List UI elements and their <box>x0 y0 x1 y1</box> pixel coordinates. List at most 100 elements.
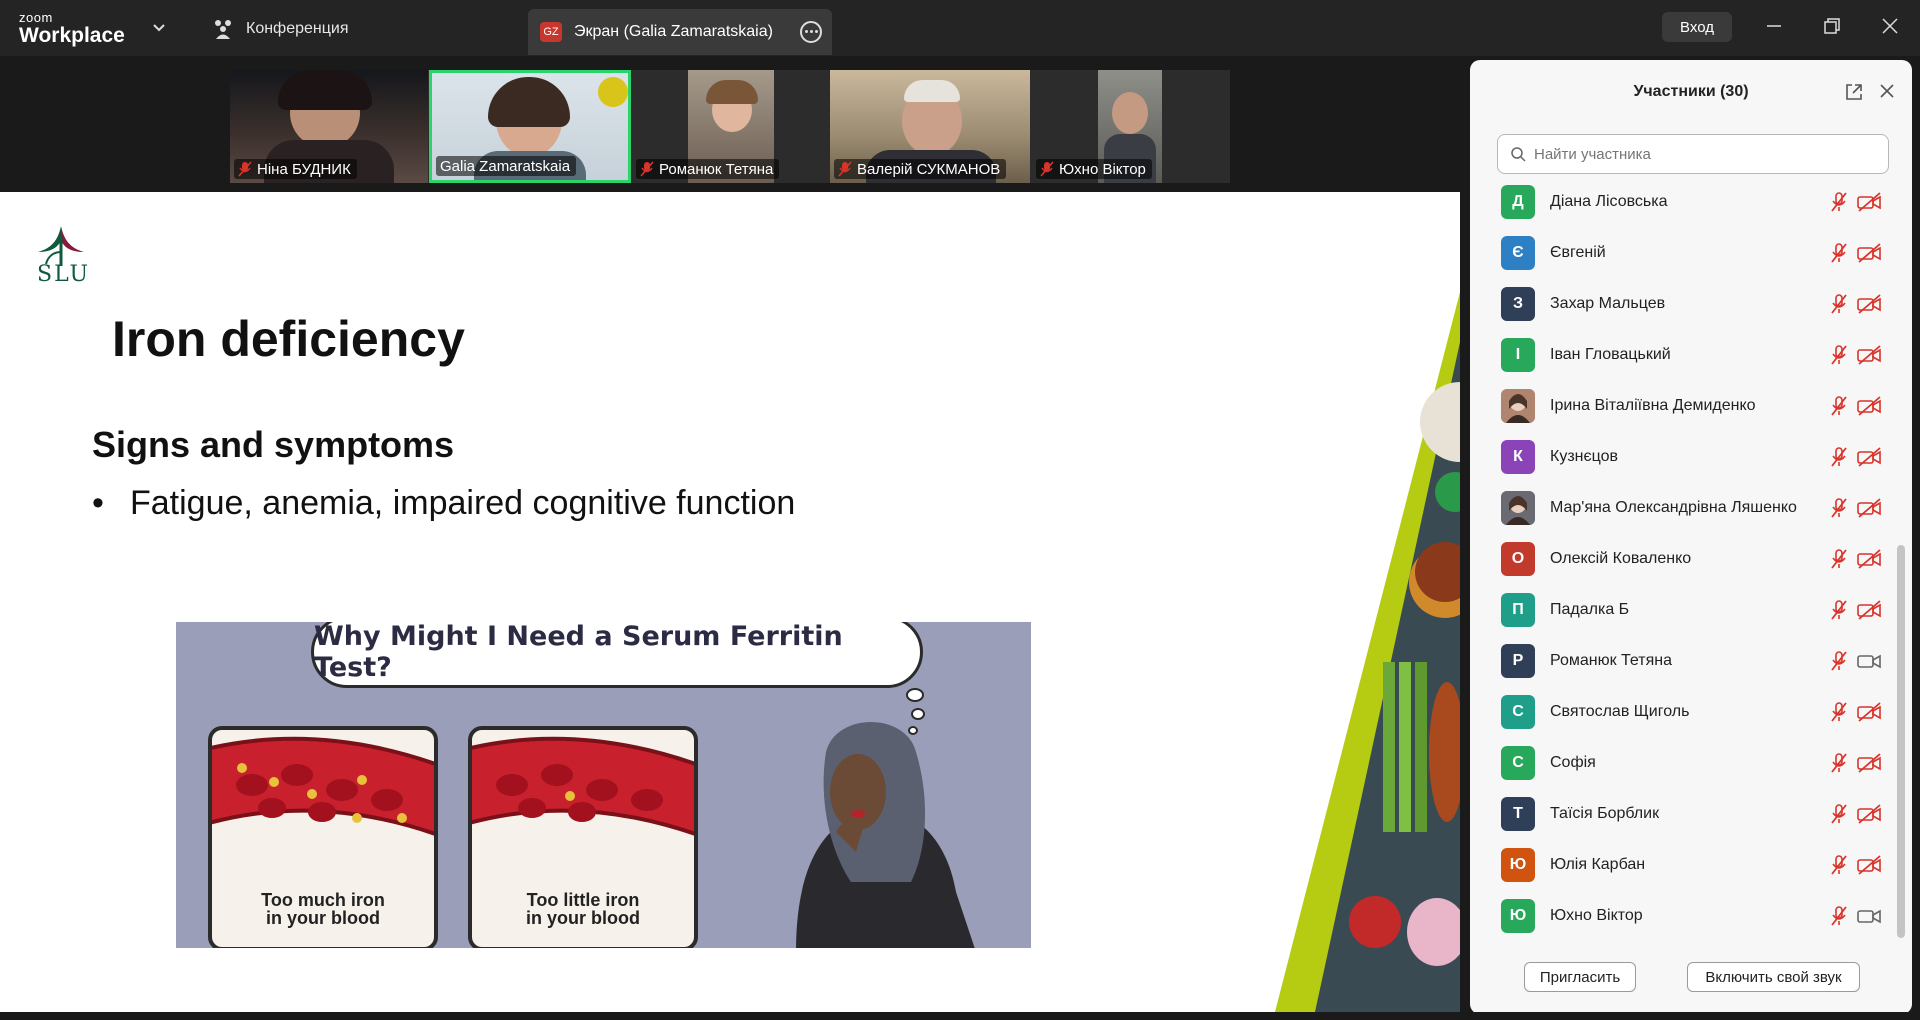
mic-muted-icon[interactable] <box>1828 599 1850 621</box>
video-off-icon[interactable] <box>1856 395 1882 417</box>
slide-subtitle: Signs and symptoms <box>92 424 455 465</box>
avatar: С <box>1501 694 1535 729</box>
participant-row[interactable]: Ю Юлія Карбан <box>1470 839 1900 890</box>
participant-search[interactable] <box>1497 134 1889 174</box>
participant-row[interactable]: Ірина Віталіївна Демиденко <box>1470 380 1900 431</box>
avatar: С <box>1501 745 1535 780</box>
participant-row[interactable]: К Кузнєцов <box>1470 431 1900 482</box>
video-tile[interactable]: Романюк Тетяна <box>632 70 828 183</box>
mic-muted-icon <box>838 161 852 177</box>
mic-muted-icon[interactable] <box>1828 395 1850 417</box>
blood-vessel-icon <box>212 736 434 836</box>
mic-muted-icon[interactable] <box>1828 242 1850 264</box>
participant-row[interactable]: П Падалка Б <box>1470 584 1900 635</box>
mic-muted-icon[interactable] <box>1828 497 1850 519</box>
mic-muted-icon[interactable] <box>1828 548 1850 570</box>
avatar: П <box>1501 592 1535 627</box>
close-icon[interactable] <box>1878 82 1896 100</box>
caption-line: in your blood <box>526 908 640 928</box>
video-off-icon[interactable] <box>1856 752 1882 774</box>
tab-meeting[interactable]: Конференция <box>212 14 349 44</box>
mic-muted-icon[interactable] <box>1828 701 1850 723</box>
video-off-icon[interactable] <box>1856 701 1882 723</box>
participant-row[interactable]: Ю Юхно Віктор <box>1470 890 1900 938</box>
panel-caption: Too much iron in your blood <box>212 891 434 927</box>
tab-screen-share[interactable]: GZ Экран (Galia Zamaratskaia) <box>528 9 832 55</box>
participant-row[interactable]: І Іван Гловацький <box>1470 329 1900 380</box>
food-image <box>1275 292 1460 1012</box>
participant-name: Софія <box>1550 753 1596 771</box>
participant-row[interactable]: С Софія <box>1470 737 1900 788</box>
participant-list-scrollbar[interactable] <box>1897 545 1905 938</box>
mic-muted-icon[interactable] <box>1828 344 1850 366</box>
participant-row[interactable]: Т Таїсія Борблик <box>1470 788 1900 839</box>
video-off-icon[interactable] <box>1856 293 1882 315</box>
mic-muted-icon[interactable] <box>1828 905 1850 927</box>
mic-muted-icon[interactable] <box>1828 854 1850 876</box>
avatar-photo <box>1501 490 1535 525</box>
video-tile-active-speaker[interactable]: Galia Zamaratskaia <box>429 70 631 183</box>
tab-meeting-label: Конференция <box>246 20 349 37</box>
close-window-icon[interactable] <box>1878 14 1902 38</box>
popout-icon[interactable] <box>1844 82 1864 102</box>
restore-icon[interactable] <box>1820 14 1844 38</box>
participant-row[interactable]: Мар'яна Олександрівна Ляшенко <box>1470 482 1900 533</box>
more-options-icon[interactable] <box>800 21 822 43</box>
unmute-self-button[interactable]: Включить свой звук <box>1687 962 1860 992</box>
video-off-icon[interactable] <box>1856 497 1882 519</box>
signin-button[interactable]: Вход <box>1662 12 1732 42</box>
zoom-workplace-logo[interactable]: zoom Workplace <box>19 11 125 46</box>
avatar: І <box>1501 337 1535 372</box>
title-bar: zoom Workplace Конференция GZ Экран (Gal… <box>0 0 1920 56</box>
mic-muted-icon[interactable] <box>1828 803 1850 825</box>
video-off-icon[interactable] <box>1856 548 1882 570</box>
mic-muted-icon[interactable] <box>1828 293 1850 315</box>
participant-row[interactable]: Р Романюк Тетяна <box>1470 635 1900 686</box>
participant-row[interactable]: С Святослав Щиголь <box>1470 686 1900 737</box>
participants-footer: Пригласить Включить свой звук <box>1470 960 1912 1014</box>
mic-muted-icon <box>1040 161 1054 177</box>
mic-muted-icon[interactable] <box>1828 650 1850 672</box>
avatar: Ю <box>1501 847 1535 882</box>
video-off-icon[interactable] <box>1856 803 1882 825</box>
video-camera-icon[interactable] <box>1856 650 1882 672</box>
video-off-icon[interactable] <box>1856 191 1882 213</box>
caption-line: Too much iron <box>261 890 385 910</box>
avatar: Ю <box>1501 898 1535 933</box>
participant-name: Таїсія Борблик <box>1550 804 1660 822</box>
video-off-icon[interactable] <box>1856 599 1882 621</box>
caption-line: Too little iron <box>526 890 640 910</box>
sharer-avatar: GZ <box>540 22 562 42</box>
video-off-icon[interactable] <box>1856 854 1882 876</box>
participant-row[interactable]: Д Діана Лісовська <box>1470 176 1900 227</box>
participant-name: Іван Гловацький <box>1550 345 1671 363</box>
mic-muted-icon[interactable] <box>1828 446 1850 468</box>
video-tile-name: Ніна БУДНИК <box>234 159 357 179</box>
participant-name: Романюк Тетяна <box>1550 651 1673 669</box>
avatar: Д <box>1501 184 1535 219</box>
logo-big-text: Workplace <box>19 24 125 47</box>
participant-name: Юлія Карбан <box>1550 855 1646 873</box>
bullet-mark: • <box>92 484 104 522</box>
participant-row[interactable]: О Олексій Коваленко <box>1470 533 1900 584</box>
mic-muted-icon[interactable] <box>1828 752 1850 774</box>
mic-muted-icon <box>640 161 654 177</box>
search-input[interactable] <box>1534 145 1874 163</box>
video-off-icon[interactable] <box>1856 446 1882 468</box>
logo-small-text: zoom <box>19 10 53 25</box>
participant-name: Євгеній <box>1550 243 1606 261</box>
video-tile[interactable]: Ніна БУДНИК <box>230 70 428 183</box>
panel-too-much-iron: Too much iron in your blood <box>208 726 438 948</box>
chevron-down-icon[interactable] <box>152 20 166 34</box>
invite-button[interactable]: Пригласить <box>1524 962 1636 992</box>
minimize-icon[interactable] <box>1762 14 1786 38</box>
participant-row[interactable]: З Захар Мальцев <box>1470 278 1900 329</box>
participant-row[interactable]: Є Євгеній <box>1470 227 1900 278</box>
mic-muted-icon[interactable] <box>1828 191 1850 213</box>
video-tile[interactable]: Юхно Віктор <box>1032 70 1230 183</box>
video-camera-icon[interactable] <box>1856 905 1882 927</box>
video-tile[interactable]: Валерій СУКМАНОВ <box>830 70 1030 183</box>
video-off-icon[interactable] <box>1856 344 1882 366</box>
video-off-icon[interactable] <box>1856 242 1882 264</box>
shared-screen-slide: SLU Iron deficiency Signs and symptoms •… <box>0 192 1460 1012</box>
